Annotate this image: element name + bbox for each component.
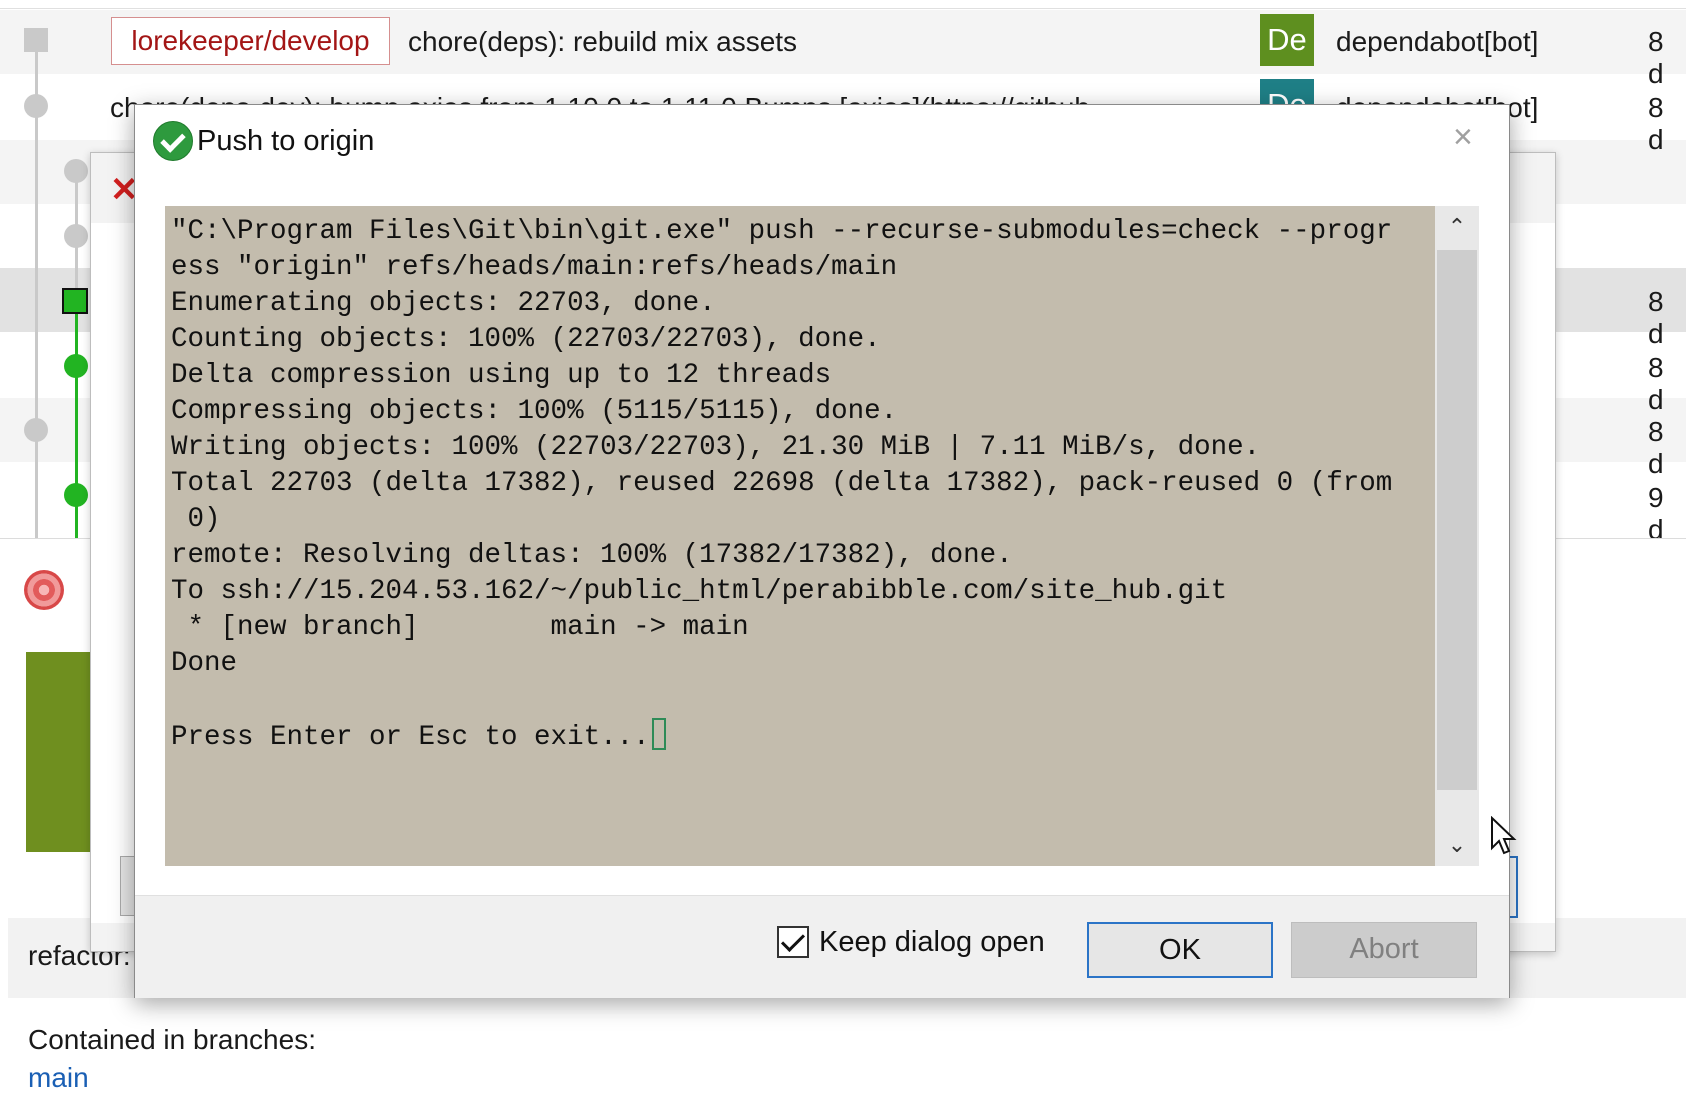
abort-button[interactable]: Abort	[1291, 922, 1477, 978]
close-icon[interactable]: ×	[1453, 117, 1473, 157]
graph-node	[64, 224, 88, 248]
graph-node	[24, 94, 48, 118]
branch-tag[interactable]: lorekeeper/develop	[111, 17, 390, 65]
keep-open-checkbox[interactable]	[777, 926, 809, 958]
graph-node	[64, 483, 88, 507]
console-text: "C:\Program Files\Git\bin\git.exe" push …	[171, 214, 1392, 756]
keep-open-label[interactable]: Keep dialog open	[819, 926, 1045, 959]
branch-link-main[interactable]: main	[28, 1062, 89, 1094]
console-line: Press Enter or Esc to exit...	[171, 722, 650, 753]
console-line: Writing objects: 100% (22703/22703), 21.…	[171, 432, 1261, 463]
console-line: remote: Resolving deltas: 100% (17382/17…	[171, 540, 1013, 571]
commit-date: 8 d	[1648, 26, 1664, 89]
success-check-icon	[153, 121, 193, 161]
scroll-thumb[interactable]	[1437, 250, 1477, 790]
dialog-title: Push to origin	[197, 125, 375, 157]
scroll-up-icon[interactable]: ⌃	[1435, 206, 1479, 248]
graph-node	[24, 28, 48, 52]
console-line: Compressing objects: 100% (5115/5115), d…	[171, 396, 898, 427]
console-line: ess "origin" refs/heads/main:refs/heads/…	[171, 252, 898, 283]
mouse-pointer-icon	[1491, 816, 1517, 855]
commit-date: 8 d	[1648, 352, 1664, 415]
author-name: dependabot[bot]	[1336, 26, 1539, 57]
commit-date: 8 d	[1648, 286, 1664, 349]
avatar-image	[26, 652, 92, 852]
graph-node	[24, 418, 48, 442]
commit-message: chore(deps): rebuild mix assets	[408, 26, 798, 57]
graph-node-head	[62, 288, 88, 314]
console-line: Enumerating objects: 22703, done.	[171, 288, 716, 319]
log-top-divider	[0, 8, 1686, 9]
graph-node	[64, 354, 88, 378]
rose-icon	[24, 570, 64, 610]
console-line: Counting objects: 100% (22703/22703), do…	[171, 324, 881, 355]
commit-date: 9 d	[1648, 482, 1664, 545]
console-line: Total 22703 (delta 17382), reused 22698 …	[171, 468, 1393, 499]
ok-button[interactable]: OK	[1087, 922, 1273, 978]
commit-date: 8 d	[1648, 92, 1664, 155]
scroll-down-icon[interactable]: ⌄	[1435, 824, 1479, 866]
console-line: Delta compression using up to 12 threads	[171, 360, 832, 391]
commit-date: 8 d	[1648, 416, 1664, 479]
console-line: 0)	[171, 504, 221, 535]
console-scrollbar[interactable]: ⌃ ⌄	[1435, 206, 1479, 866]
contained-branches-label: Contained in branches:	[28, 1024, 316, 1055]
console-line: "C:\Program Files\Git\bin\git.exe" push …	[171, 216, 1393, 247]
console-line: Done	[171, 648, 238, 679]
text-cursor	[651, 718, 666, 750]
console-line: To ssh://15.204.53.162/~/public_html/per…	[171, 576, 1228, 607]
graph-node	[64, 159, 88, 183]
console-line: * [new branch] main -> main	[171, 612, 749, 643]
author-avatar: De	[1260, 14, 1314, 66]
console-output[interactable]: "C:\Program Files\Git\bin\git.exe" push …	[165, 206, 1435, 866]
push-dialog: Push to origin × "C:\Program Files\Git\b…	[134, 104, 1510, 998]
dialog-footer: Keep dialog open OK Abort	[135, 895, 1509, 998]
